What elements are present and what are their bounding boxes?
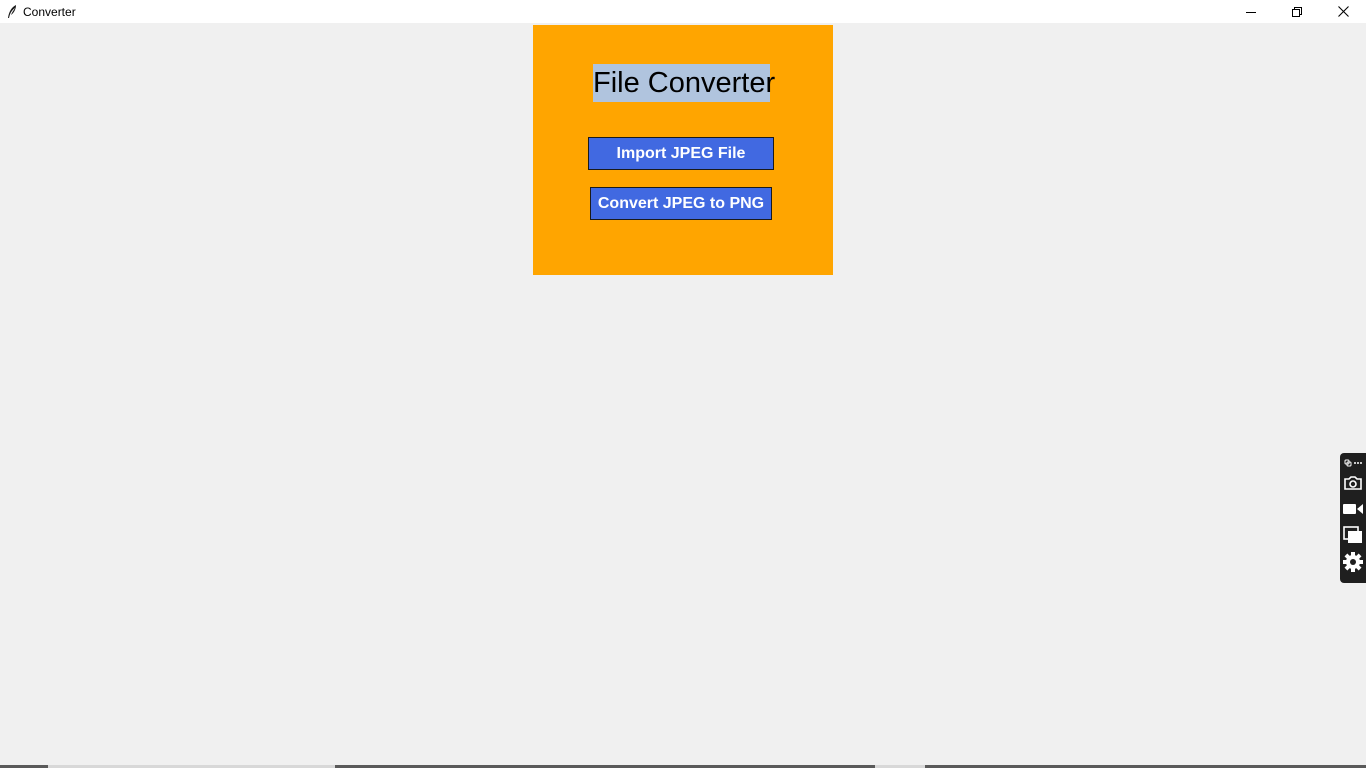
- restore-icon: [1292, 6, 1302, 17]
- feather-icon: [4, 4, 20, 20]
- toolbar-header: [1340, 456, 1366, 470]
- capture-toolbar: [1340, 453, 1366, 583]
- window-title: Converter: [23, 4, 76, 19]
- more-icon: [1354, 462, 1362, 464]
- import-jpeg-button[interactable]: Import JPEG File: [588, 137, 774, 170]
- window-icon[interactable]: [1340, 524, 1366, 546]
- app-window: Converter File Converter Import JPEG Fil…: [0, 0, 1366, 768]
- camera-icon[interactable]: [1340, 472, 1366, 494]
- restore-button[interactable]: [1274, 0, 1320, 23]
- minimize-button[interactable]: [1228, 0, 1274, 23]
- close-icon: [1337, 6, 1349, 17]
- minimize-icon: [1246, 11, 1256, 13]
- title-bar[interactable]: Converter: [0, 0, 1366, 23]
- converter-panel: File Converter Import JPEG File Convert …: [533, 25, 833, 275]
- window-controls: [1228, 0, 1366, 23]
- link-icon: [1344, 459, 1352, 467]
- close-button[interactable]: [1320, 0, 1366, 23]
- gear-icon[interactable]: [1340, 550, 1366, 574]
- video-icon[interactable]: [1340, 498, 1366, 520]
- convert-jpeg-to-png-button[interactable]: Convert JPEG to PNG: [590, 187, 772, 220]
- page-title: File Converter: [593, 64, 775, 102]
